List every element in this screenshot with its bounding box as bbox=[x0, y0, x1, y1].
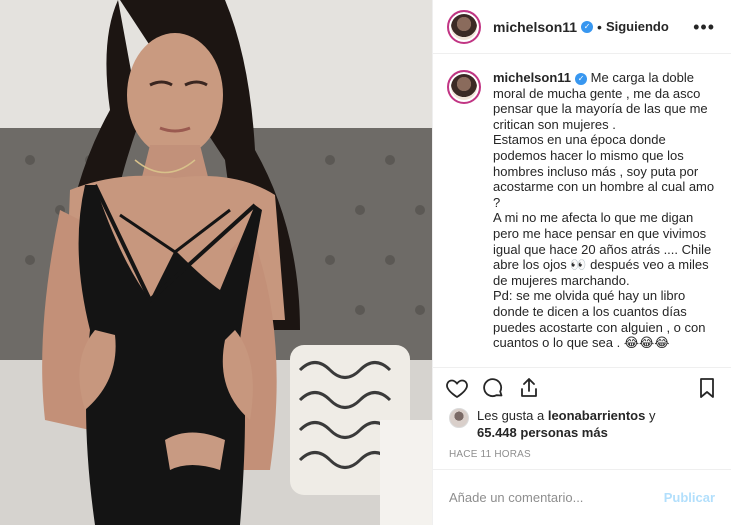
caption-verified-badge-icon: ✓ bbox=[575, 72, 588, 85]
likes-connector: y bbox=[645, 408, 656, 423]
post-side-panel: michelson11 ✓ • Siguiendo ••• michelson1… bbox=[432, 0, 731, 525]
liker-username[interactable]: leonabarrientos bbox=[548, 408, 646, 423]
instagram-post: michelson11 ✓ • Siguiendo ••• michelson1… bbox=[0, 0, 731, 525]
follow-status-button[interactable]: Siguiendo bbox=[606, 19, 669, 34]
post-header: michelson11 ✓ • Siguiendo ••• bbox=[433, 0, 731, 54]
publish-button[interactable]: Publicar bbox=[664, 490, 715, 505]
likes-prefix: Les gusta a bbox=[477, 408, 548, 423]
author-username[interactable]: michelson11 bbox=[493, 19, 577, 35]
add-comment-bar: Publicar bbox=[433, 469, 731, 525]
caption-author-username[interactable]: michelson11 bbox=[493, 70, 571, 85]
action-bar bbox=[433, 367, 731, 407]
heart-icon[interactable] bbox=[445, 376, 469, 400]
more-options-icon[interactable]: ••• bbox=[693, 18, 715, 36]
caption-comment: michelson11 ✓ Me carga la doble moral de … bbox=[447, 70, 715, 351]
comments-area: michelson11 ✓ Me carga la doble moral de … bbox=[433, 54, 731, 367]
likes-text: Les gusta a leonabarrientos y 65.448 per… bbox=[477, 407, 655, 441]
bookmark-icon[interactable] bbox=[695, 376, 719, 400]
author-avatar[interactable] bbox=[447, 9, 481, 44]
likes-summary: Les gusta a leonabarrientos y 65.448 per… bbox=[433, 407, 731, 441]
caption-text-4: Pd: se me olvida qué hay un libro donde … bbox=[493, 288, 710, 351]
caption-author-avatar[interactable] bbox=[447, 70, 481, 104]
post-photo-illustration bbox=[0, 0, 432, 525]
comment-icon[interactable] bbox=[481, 376, 505, 400]
caption-body: michelson11 ✓ Me carga la doble moral de … bbox=[493, 70, 715, 351]
post-timestamp[interactable]: Hace 11 horas bbox=[433, 441, 731, 469]
share-icon[interactable] bbox=[517, 376, 541, 400]
liker-avatar[interactable] bbox=[449, 408, 469, 428]
caption-text-3: A mi no me afecta lo que me digan pero m… bbox=[493, 210, 715, 288]
verified-badge-icon: ✓ bbox=[581, 20, 594, 33]
post-photo[interactable] bbox=[0, 0, 432, 525]
caption-text-2: Estamos en una época donde podemos hacer… bbox=[493, 132, 718, 210]
likes-count[interactable]: 65.448 personas más bbox=[477, 425, 608, 440]
comment-input[interactable] bbox=[449, 490, 664, 505]
header-separator: • bbox=[597, 18, 602, 35]
